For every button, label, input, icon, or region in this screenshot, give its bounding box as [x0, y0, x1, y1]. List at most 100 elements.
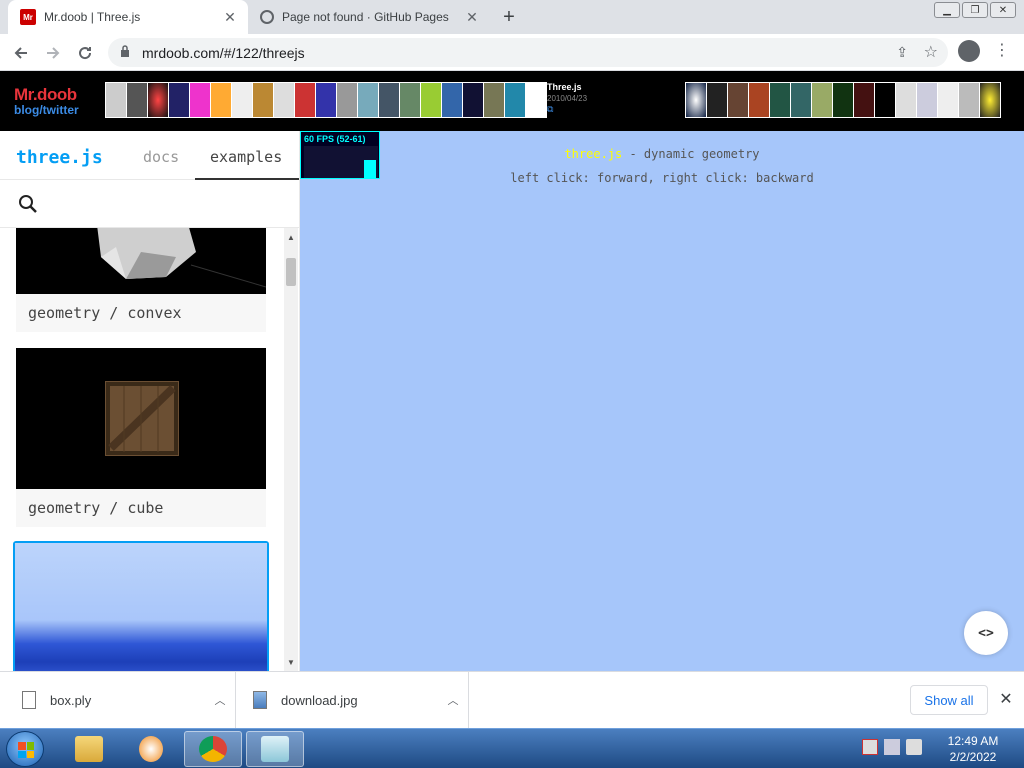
project-thumb[interactable] — [791, 83, 811, 117]
project-thumb[interactable] — [938, 83, 958, 117]
tab-close-icon[interactable]: ✕ — [462, 7, 482, 27]
back-button[interactable] — [8, 40, 34, 66]
view-source-button[interactable]: <> — [964, 611, 1008, 655]
taskbar-notepad[interactable] — [246, 731, 304, 767]
nav-docs-link[interactable]: docs — [143, 148, 179, 166]
external-link-icon[interactable]: ⧉ — [547, 104, 587, 115]
example-card-geometry-cube[interactable]: geometry / cube — [16, 348, 266, 527]
tab-github-pages[interactable]: Page not found · GitHub Pages ✕ — [250, 0, 490, 34]
project-thumb[interactable] — [421, 83, 441, 117]
close-window-button[interactable]: ✕ — [990, 2, 1016, 18]
project-thumb[interactable] — [833, 83, 853, 117]
mrdoob-favicon-icon: Mr — [20, 9, 36, 25]
tab-close-icon[interactable]: ✕ — [220, 7, 240, 27]
info-line-2: left click: forward, right click: backwa… — [510, 171, 814, 185]
tab-mrdoob[interactable]: Mr Mr.doob | Three.js ✕ — [8, 0, 248, 34]
info-threejs-link[interactable]: three.js — [564, 147, 622, 161]
project-thumb[interactable] — [442, 83, 462, 117]
close-shelf-icon[interactable]: ✕ — [996, 689, 1016, 709]
project-thumb[interactable] — [854, 83, 874, 117]
project-thumb[interactable] — [232, 83, 252, 117]
project-thumb[interactable] — [337, 83, 357, 117]
windows-logo-icon — [18, 742, 34, 758]
profile-avatar-icon[interactable] — [958, 40, 980, 62]
project-thumb[interactable] — [106, 83, 126, 117]
search-input[interactable] — [48, 190, 278, 218]
sidebar-scrollbar[interactable]: ▲ ▼ — [284, 228, 298, 671]
project-thumb[interactable] — [484, 83, 504, 117]
scrollbar-thumb[interactable] — [286, 258, 296, 286]
project-thumb[interactable] — [274, 83, 294, 117]
project-thumb[interactable] — [190, 83, 210, 117]
info-title: - dynamic geometry — [622, 147, 760, 161]
reload-icon — [79, 47, 92, 60]
brand[interactable]: Mr.doob blog/twitter — [14, 85, 79, 117]
crate-cube-icon — [105, 381, 179, 456]
nav-examples-link[interactable]: examples — [210, 148, 282, 166]
current-project: Three.js 2010/04/23 ⧉ — [547, 82, 587, 115]
download-filename: box.ply — [50, 692, 92, 708]
taskbar-chrome[interactable] — [184, 731, 242, 767]
project-thumb[interactable] — [917, 83, 937, 117]
project-thumbnails-right — [685, 82, 1001, 118]
info-line-1: three.js - dynamic geometry — [300, 147, 1024, 161]
taskbar-explorer[interactable] — [60, 731, 118, 767]
project-thumb[interactable] — [316, 83, 336, 117]
project-thumb[interactable] — [148, 83, 168, 117]
chevron-up-icon[interactable]: ︿ — [205, 692, 235, 708]
network-icon[interactable] — [884, 739, 900, 755]
project-thumb[interactable] — [358, 83, 378, 117]
project-thumb[interactable] — [169, 83, 189, 117]
show-all-downloads-button[interactable]: Show all — [910, 685, 988, 715]
example-card-dynamic-geometry[interactable] — [13, 541, 269, 671]
maximize-button[interactable]: ❐ — [962, 2, 988, 18]
chevron-up-icon[interactable]: ︿ — [438, 692, 468, 708]
download-item-box-ply[interactable]: box.ply ︿ — [0, 672, 236, 728]
project-thumb[interactable] — [770, 83, 790, 117]
project-thumb[interactable] — [295, 83, 315, 117]
project-thumb[interactable] — [526, 83, 546, 117]
action-center-icon[interactable] — [862, 739, 878, 755]
minimize-button[interactable]: ▁ — [934, 2, 960, 18]
start-button[interactable] — [6, 731, 44, 767]
project-thumb[interactable] — [686, 83, 706, 117]
folder-icon — [75, 736, 103, 762]
project-thumb[interactable] — [728, 83, 748, 117]
project-thumb[interactable] — [749, 83, 769, 117]
example-thumbnail — [16, 228, 266, 294]
project-thumb[interactable] — [253, 83, 273, 117]
scroll-up-arrow-icon[interactable]: ▲ — [284, 230, 298, 244]
project-thumb[interactable] — [707, 83, 727, 117]
taskbar-clock[interactable]: 12:49 AM 2/2/2022 — [930, 733, 1016, 765]
webgl-viewport[interactable]: 60 FPS (52-61) three.js - dynamic geomet… — [300, 131, 1024, 671]
project-thumb[interactable] — [127, 83, 147, 117]
project-thumb[interactable] — [812, 83, 832, 117]
volume-icon[interactable] — [906, 739, 922, 755]
scroll-down-arrow-icon[interactable]: ▼ — [284, 655, 298, 669]
project-date: 2010/04/23 — [547, 94, 588, 103]
menu-kebab-icon[interactable]: ⋮ — [994, 40, 1010, 64]
example-label: geometry / convex — [16, 294, 266, 332]
star-icon[interactable]: ☆ — [924, 42, 938, 62]
address-bar[interactable]: mrdoob.com/#/122/threejs ⇪ ☆ — [108, 38, 948, 67]
brand-sub-link[interactable]: blog/twitter — [14, 103, 79, 117]
taskbar-media-player[interactable] — [122, 731, 180, 767]
project-thumb[interactable] — [875, 83, 895, 117]
arrow-left-icon — [14, 47, 27, 59]
clock-time: 12:49 AM — [947, 734, 999, 748]
project-thumb[interactable] — [379, 83, 399, 117]
project-thumb[interactable] — [463, 83, 483, 117]
share-icon[interactable]: ⇪ — [896, 44, 908, 61]
project-thumb[interactable] — [211, 83, 231, 117]
new-tab-button[interactable]: + — [498, 6, 520, 28]
project-thumb[interactable] — [959, 83, 979, 117]
project-thumb[interactable] — [896, 83, 916, 117]
forward-button[interactable] — [40, 40, 66, 66]
example-card-geometry-convex[interactable]: geometry / convex — [16, 228, 266, 332]
project-thumb[interactable] — [980, 83, 1000, 117]
project-thumb[interactable] — [505, 83, 525, 117]
project-thumb[interactable] — [400, 83, 420, 117]
threejs-logo-link[interactable]: three.js — [16, 147, 103, 168]
reload-button[interactable] — [72, 40, 98, 66]
download-item-download-jpg[interactable]: download.jpg ︿ — [237, 672, 469, 728]
